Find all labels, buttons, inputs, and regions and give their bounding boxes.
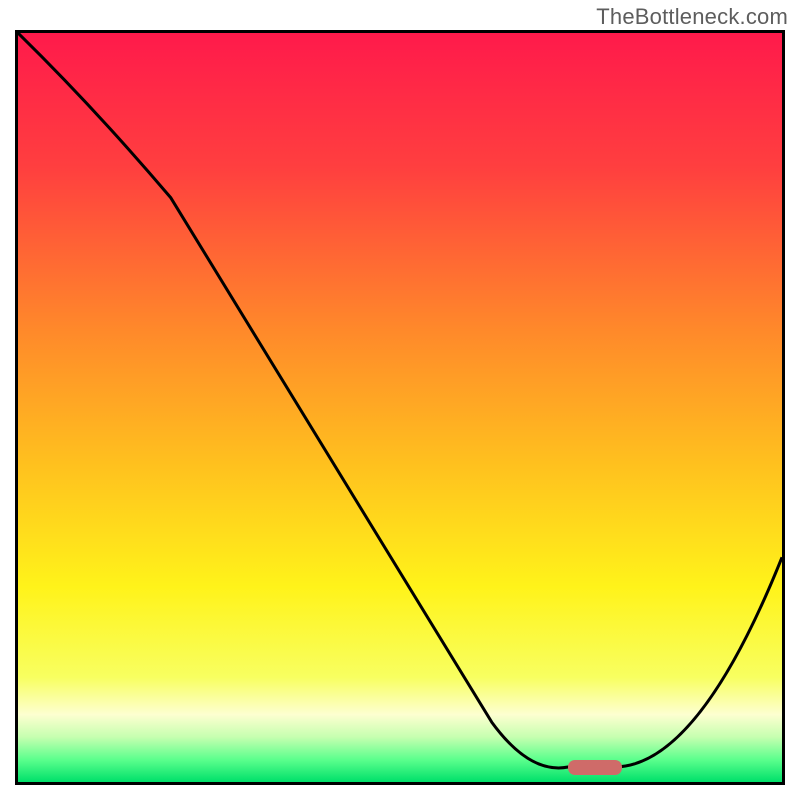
chart-container: TheBottleneck.com xyxy=(0,0,800,800)
plot-frame xyxy=(15,30,785,785)
bottleneck-curve xyxy=(18,33,782,768)
optimal-marker xyxy=(568,760,621,775)
curve-layer xyxy=(18,33,782,782)
watermark-text: TheBottleneck.com xyxy=(596,4,788,30)
